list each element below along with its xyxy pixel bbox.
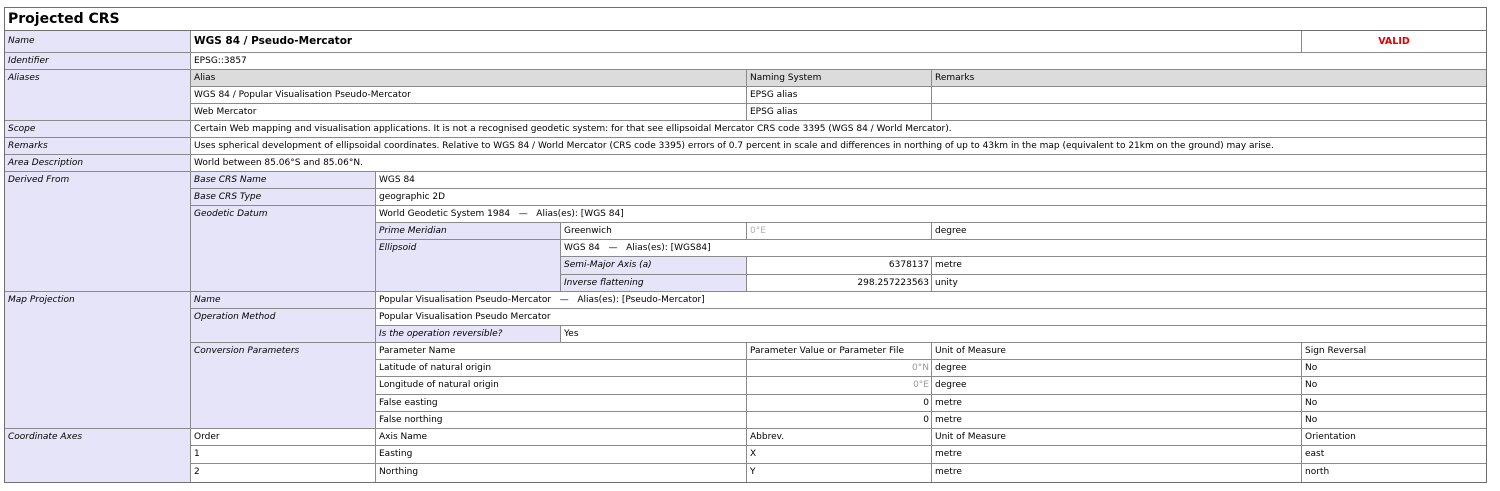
- parameter-sign-reversal: No: [1302, 395, 1486, 412]
- name-label: Name: [5, 31, 191, 53]
- identifier-value: EPSG::3857: [191, 53, 1486, 70]
- geodetic-datum-value: World Geodetic System 1984 — Alias(es): …: [376, 206, 1486, 223]
- axis-order-header: Order: [191, 429, 376, 446]
- conversion-parameters-label: Conversion Parameters: [191, 343, 376, 429]
- coordinate-axes-label: Coordinate Axes: [5, 429, 191, 482]
- area-description-label: Area Description: [5, 155, 191, 172]
- prime-meridian-unit: degree: [932, 223, 1486, 240]
- projection-name-value: Popular Visualisation Pseudo-Mercator — …: [376, 292, 1486, 309]
- axis-orientation: north: [1305, 467, 1330, 477]
- inverse-flattening-label: Inverse flattening: [561, 275, 747, 292]
- aliases-label: Aliases: [5, 70, 191, 121]
- validity-status-badge: VALID: [1302, 31, 1486, 53]
- projected-crs-panel: Projected CRS Name WGS 84 / Pseudo-Merca…: [4, 7, 1487, 483]
- axis-orientation-header: Orientation: [1302, 429, 1486, 446]
- prime-meridian-label: Prime Meridian: [376, 223, 561, 240]
- parameter-name-header: Parameter Name: [376, 343, 747, 360]
- semi-major-axis-label: Semi-Major Axis (a): [561, 257, 747, 275]
- ellipsoid-value: WGS 84 — Alias(es): [WGS84]: [561, 240, 1486, 257]
- parameter-value: 0: [747, 395, 932, 412]
- parameter-value: 0: [747, 412, 932, 429]
- alias-separator: —: [559, 295, 569, 305]
- parameter-name: False northing: [376, 412, 747, 429]
- datum-name: World Geodetic System 1984: [379, 209, 511, 219]
- prime-meridian-longitude: 0°E: [747, 223, 932, 240]
- parameter-value: 0°N: [747, 360, 932, 377]
- axis-unit: metre: [932, 446, 1302, 464]
- naming-system-column-header: Naming System: [747, 70, 932, 87]
- operation-method-value: Popular Visualisation Pseudo Mercator: [376, 309, 1486, 326]
- prime-meridian-name: Greenwich: [561, 223, 747, 240]
- alias-naming-system: EPSG alias: [747, 104, 932, 121]
- operation-method-label: Operation Method: [191, 309, 376, 343]
- projection-name: Popular Visualisation Pseudo-Mercator: [379, 295, 552, 305]
- axis-order: 1: [191, 446, 376, 464]
- axis-abbrev: Y: [747, 464, 932, 482]
- remarks-value: Uses spherical development of ellipsoida…: [191, 138, 1486, 155]
- alias-remarks: [932, 104, 1486, 121]
- reversible-value: Yes: [561, 326, 1486, 343]
- scope-label: Scope: [5, 121, 191, 138]
- axis-unit: metre: [932, 464, 1302, 482]
- ellipsoid-label: Ellipsoid: [376, 240, 561, 292]
- base-crs-name-value: WGS 84: [376, 172, 1486, 189]
- parameter-sign-reversal: No: [1302, 360, 1486, 377]
- crs-name: WGS 84 / Pseudo-Mercator: [191, 31, 1302, 53]
- remarks-column-header: Remarks: [932, 70, 1486, 87]
- alias-name: Web Mercator: [191, 104, 747, 121]
- datum-aliases: Alias(es): [WGS 84]: [536, 209, 624, 219]
- ellipsoid-name: WGS 84: [564, 243, 600, 253]
- alias-name: WGS 84 / Popular Visualisation Pseudo-Me…: [191, 87, 747, 104]
- parameter-unit: metre: [932, 395, 1302, 412]
- sign-reversal-header: Sign Reversal: [1302, 343, 1486, 360]
- derived-from-label: Derived From: [5, 172, 191, 292]
- inverse-flattening-unit: unity: [932, 275, 1486, 292]
- axis-abbrev: X: [747, 446, 932, 464]
- semi-major-axis-value: 6378137: [747, 257, 932, 275]
- parameter-unit-header: Unit of Measure: [932, 343, 1302, 360]
- parameter-name: False easting: [376, 395, 747, 412]
- axis-abbrev-header: Abbrev.: [747, 429, 932, 446]
- semi-major-axis-unit: metre: [932, 257, 1486, 275]
- parameter-name: Longitude of natural origin: [376, 377, 747, 395]
- parameter-unit: metre: [932, 412, 1302, 429]
- alias-naming-system: EPSG alias: [747, 87, 932, 104]
- reversible-label: Is the operation reversible?: [376, 326, 561, 343]
- parameter-unit: degree: [932, 377, 1302, 395]
- axis-name: Easting: [376, 446, 747, 464]
- scope-value: Certain Web mapping and visualisation ap…: [191, 121, 1486, 138]
- axis-unit-header: Unit of Measure: [932, 429, 1302, 446]
- alias-separator: —: [518, 209, 528, 219]
- parameter-name: Latitude of natural origin: [376, 360, 747, 377]
- parameter-unit: degree: [932, 360, 1302, 377]
- panel-title: Projected CRS: [5, 8, 1486, 31]
- geodetic-datum-label: Geodetic Datum: [191, 206, 376, 292]
- base-crs-name-label: Base CRS Name: [191, 172, 376, 189]
- ellipsoid-aliases: Alias(es): [WGS84]: [626, 243, 711, 253]
- axis-name-header: Axis Name: [376, 429, 747, 446]
- alias-remarks: [932, 87, 1486, 104]
- base-crs-type-value: geographic 2D: [376, 189, 1486, 206]
- projection-aliases: Alias(es): [Pseudo-Mercator]: [577, 295, 705, 305]
- inverse-flattening-value: 298.257223563: [747, 275, 932, 292]
- projection-name-label: Name: [191, 292, 376, 309]
- identifier-label: Identifier: [5, 53, 191, 70]
- parameter-value: 0°E: [747, 377, 932, 395]
- alias-separator: —: [608, 243, 618, 253]
- axis-order: 2: [191, 464, 376, 482]
- parameter-sign-reversal: No: [1302, 377, 1486, 395]
- parameter-sign-reversal: No: [1302, 412, 1486, 429]
- area-description-value: World between 85.06°S and 85.06°N.: [191, 155, 1486, 172]
- alias-column-header: Alias: [191, 70, 747, 87]
- axis-name: Northing: [376, 464, 747, 482]
- parameter-value-header: Parameter Value or Parameter File: [747, 343, 932, 360]
- axis-orientation: east: [1302, 446, 1486, 464]
- remarks-label: Remarks: [5, 138, 191, 155]
- map-projection-label: Map Projection: [5, 292, 191, 429]
- base-crs-type-label: Base CRS Type: [191, 189, 376, 206]
